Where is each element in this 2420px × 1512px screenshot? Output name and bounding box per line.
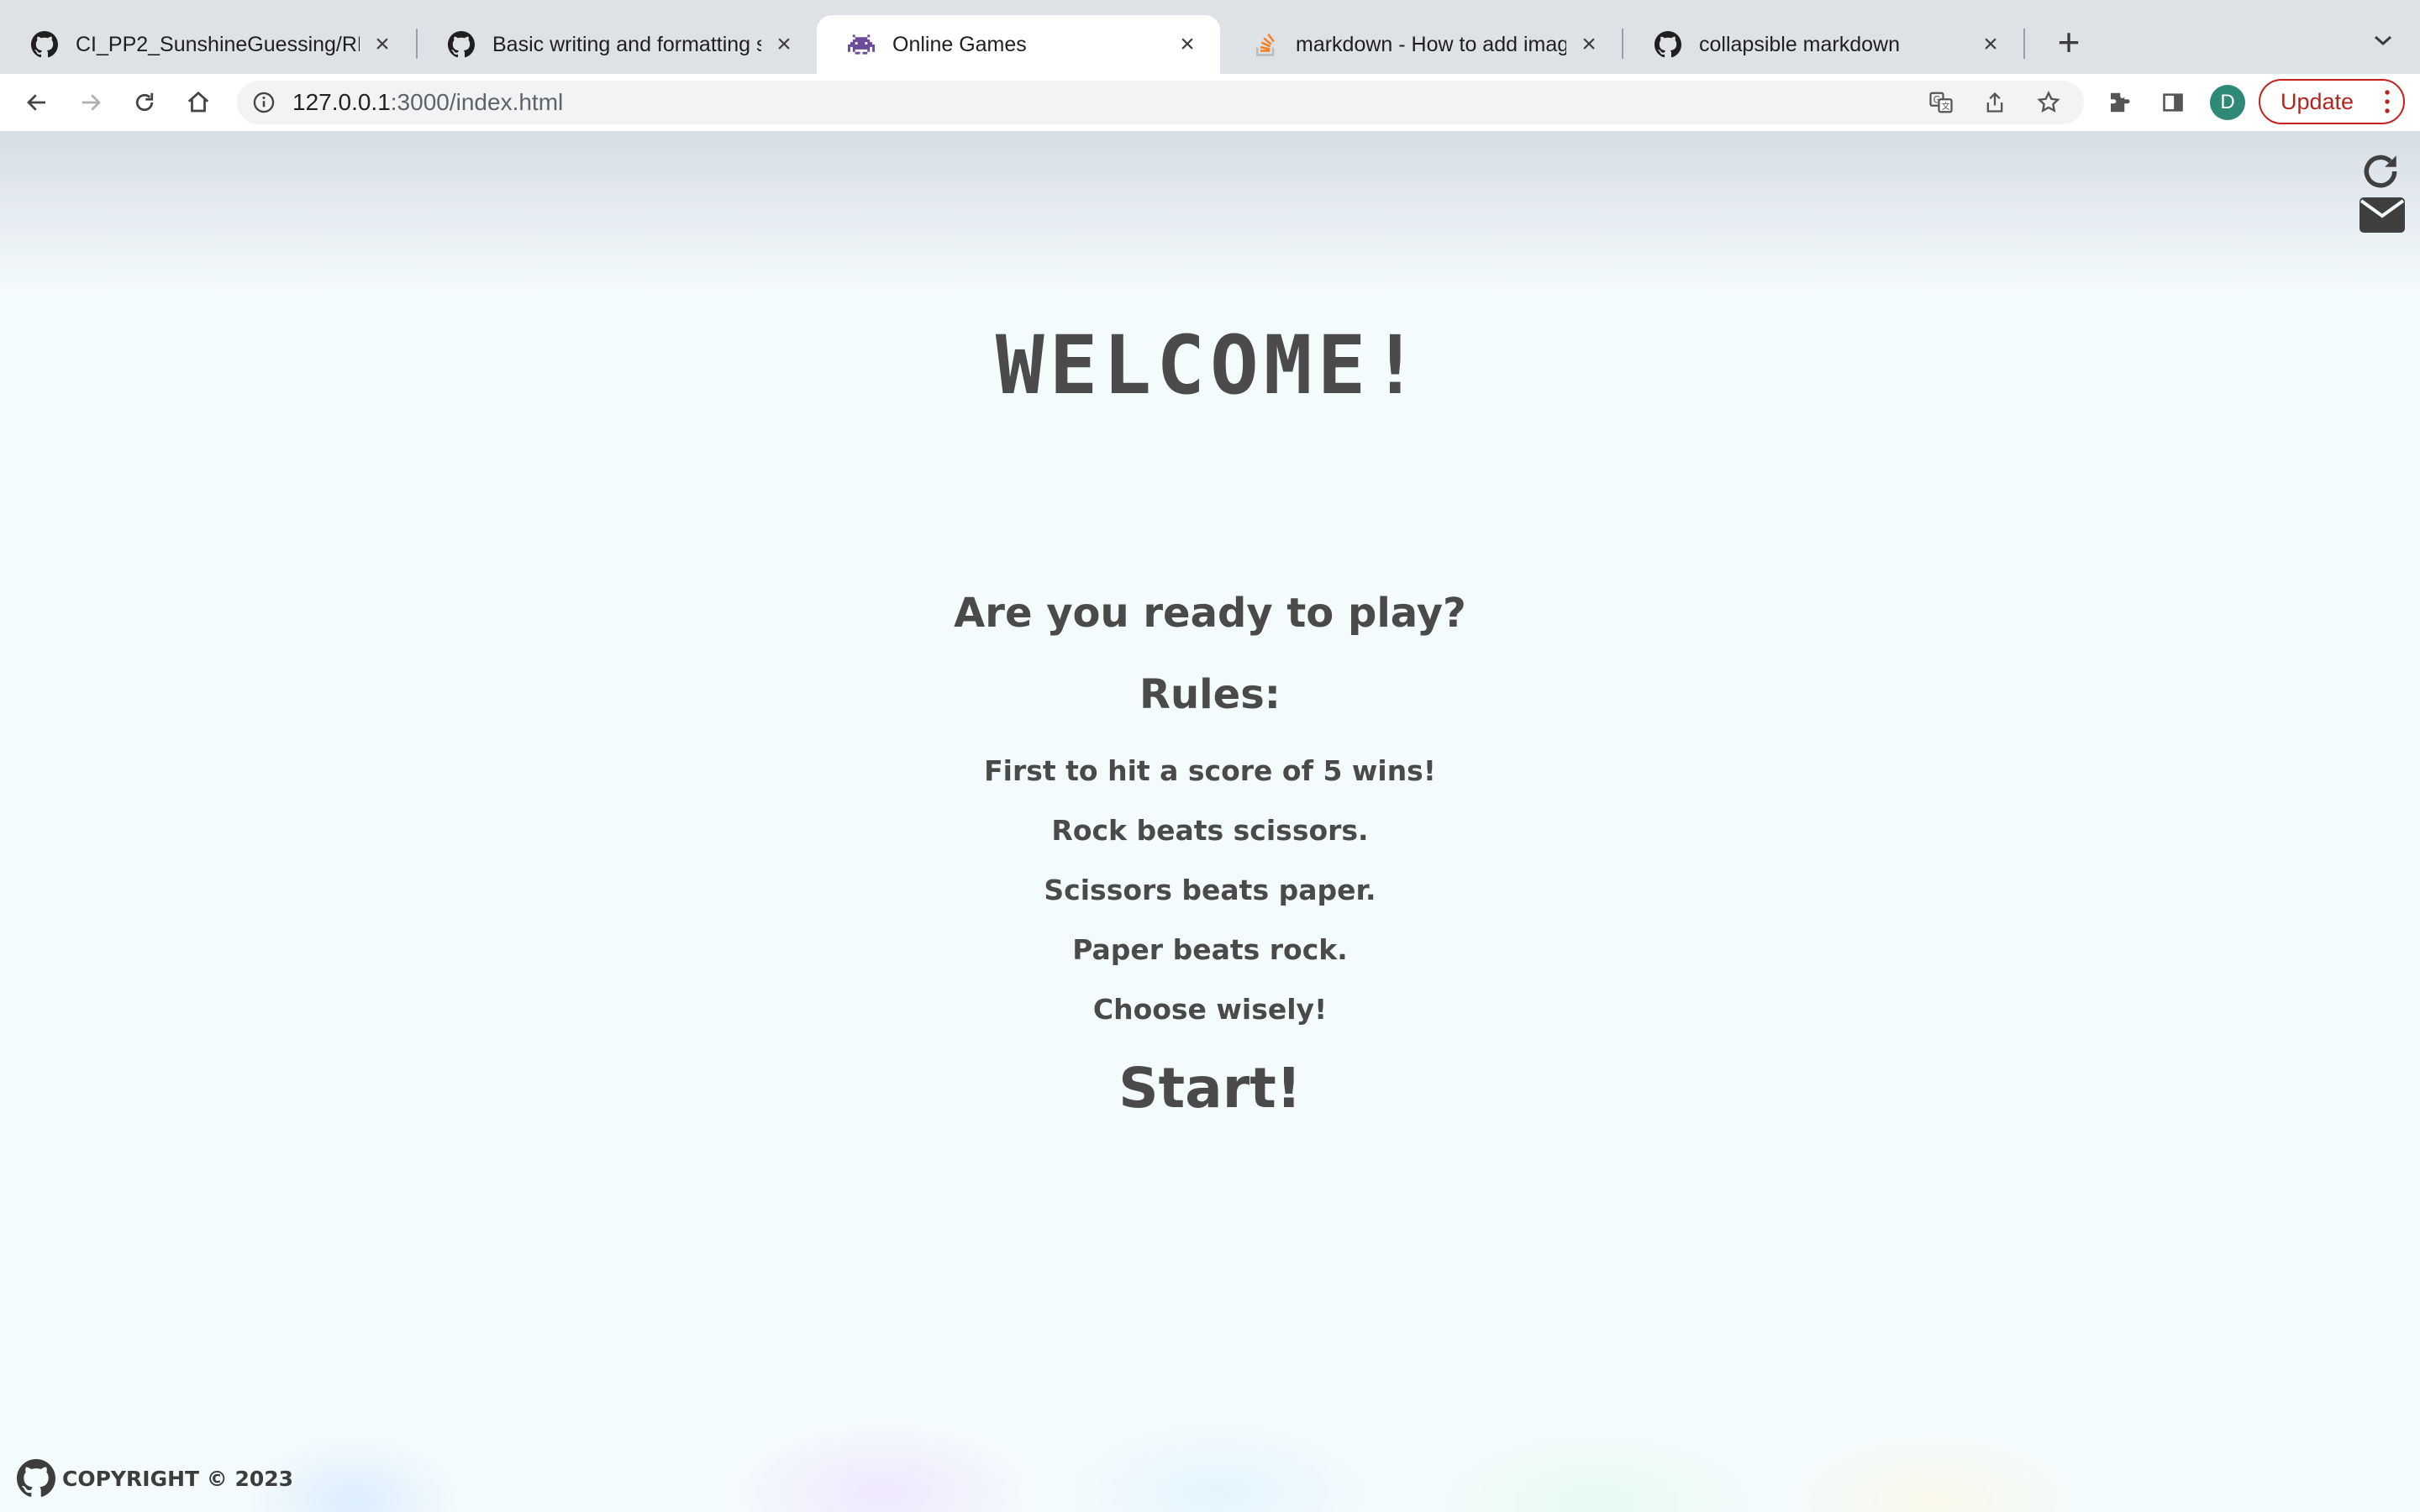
welcome-heading: WELCOME! [995,318,1425,412]
github-icon [447,30,476,59]
rule-item: Choose wisely! [1092,993,1328,1026]
share-icon[interactable] [1981,89,2008,116]
extensions-icon[interactable] [2101,84,2138,121]
tab-title: Basic writing and formatting syntax [492,32,761,56]
github-icon [30,30,59,59]
close-icon[interactable]: × [1576,30,1602,59]
chevron-down-icon[interactable] [2366,24,2400,57]
tab-divider [2023,29,2025,59]
page-viewport: WELCOME! Are you ready to play? Rules: F… [0,132,2420,1512]
rule-item: Rock beats scissors. [1051,814,1369,847]
address-bar[interactable]: 127.0.0.1:3000/index.html G文 [237,81,2084,124]
tab-online-games[interactable]: Online Games × [817,15,1220,74]
stackoverflow-icon [1250,30,1279,59]
start-button[interactable]: Start! [0,1056,2420,1121]
close-icon[interactable]: × [1978,30,2003,59]
tab-basic-writing[interactable]: Basic writing and formatting syntax × [417,15,817,74]
reload-icon [135,92,154,112]
rule-item: Paper beats rock. [1072,933,1348,966]
github-icon[interactable] [17,1459,56,1498]
github-icon [1654,30,1682,59]
tab-title: Online Games [892,32,1027,56]
avatar[interactable]: D [2210,85,2245,120]
side-panel-icon[interactable] [2154,84,2191,121]
update-button[interactable]: Update [2259,79,2405,124]
tab-markdown-images[interactable]: markdown - How to add images to README.m… [1220,15,1622,74]
tab-title: CI_PP2_SunshineGuessing/README.md [76,32,360,56]
forward-button[interactable] [72,84,109,121]
space-invader-icon [847,30,876,59]
back-button[interactable] [18,84,55,121]
tab-title: collapsible markdown [1699,32,1901,56]
reload-button[interactable] [126,84,163,121]
star-icon[interactable] [2035,89,2062,116]
update-label: Update [2281,88,2354,114]
translate-icon[interactable]: G文 [1928,89,1954,116]
arrow-right-icon [82,94,101,111]
envelope-icon[interactable] [2360,197,2407,234]
close-icon[interactable]: × [771,30,797,59]
rule-item: First to hit a score of 5 wins! [984,754,1436,787]
arrow-left-icon [27,94,45,111]
ready-heading: Are you ready to play? [954,590,1466,637]
tab-collapsible-markdown[interactable]: collapsible markdown × [1623,15,2023,74]
restart-icon[interactable] [2360,150,2407,192]
close-icon[interactable]: × [1175,30,1200,59]
rules-heading: Rules: [1139,671,1281,718]
side-icons [2360,150,2407,234]
browser-toolbar: 127.0.0.1:3000/index.html G文 D Update [0,74,2420,133]
rule-item: Scissors beats paper. [1044,874,1376,906]
tab-readme[interactable]: CI_PP2_SunshineGuessing/README.md × [0,15,415,74]
footer: COPYRIGHT © 2023 [17,1459,293,1498]
home-icon [187,91,209,113]
url-text: 127.0.0.1:3000/index.html [292,89,564,115]
tab-title: markdown - How to add images to README.m… [1296,32,1566,56]
tab-strip: CI_PP2_SunshineGuessing/README.md × Basi… [0,0,2420,74]
more-vert-icon [2385,90,2390,113]
close-icon[interactable]: × [370,30,395,59]
copyright-text: COPYRIGHT © 2023 [62,1466,294,1491]
new-tab-button[interactable]: + [2044,18,2094,66]
svg-text:文: 文 [1942,101,1950,112]
footer-glow [0,1333,2420,1512]
header-band [0,132,2420,291]
info-icon[interactable] [252,91,276,114]
home-button[interactable] [180,84,217,121]
